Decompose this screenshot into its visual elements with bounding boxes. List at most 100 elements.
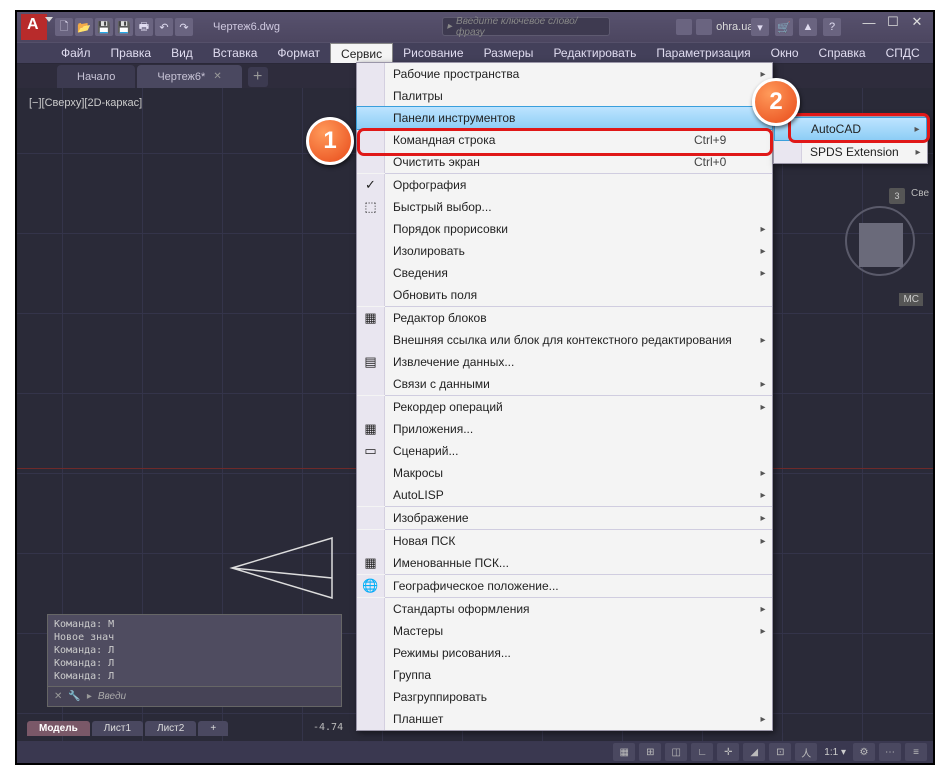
status-more-icon[interactable]: ⋯ — [879, 743, 901, 761]
menu-спдс[interactable]: СПДС — [876, 43, 930, 63]
viewport-label[interactable]: [−][Сверху][2D-каркас] — [29, 97, 142, 109]
qat-plot-icon[interactable]: 🖶 — [135, 18, 153, 36]
status-iso-icon[interactable]: ◢ — [743, 743, 765, 761]
menu-item[interactable]: Разгруппировать — [357, 686, 772, 708]
status-ortho-icon[interactable]: ∟ — [691, 743, 713, 761]
menu-item[interactable]: ▦Именованные ПСК... — [357, 552, 772, 574]
tab-close-icon[interactable]: ✕ — [213, 71, 221, 82]
user-area[interactable]: ohra.ua ▾ — [676, 19, 763, 35]
file-tab[interactable]: Чертеж6*✕ — [137, 65, 241, 88]
app-logo-icon[interactable] — [21, 14, 47, 40]
cart-icon[interactable]: 🛒 — [775, 18, 793, 36]
menu-item[interactable]: Изолировать▸ — [357, 240, 772, 262]
menu-item[interactable]: Режимы рисования... — [357, 642, 772, 664]
command-history: Команда: М Новое знач Команда: Л Команда… — [48, 615, 341, 686]
app-icon[interactable]: ▲ — [799, 18, 817, 36]
file-tab[interactable]: Начало — [57, 65, 135, 88]
menu-item[interactable]: AutoLISP▸ — [357, 484, 772, 506]
qat-save-icon[interactable]: 💾 — [95, 18, 113, 36]
qat-undo-icon[interactable]: ↶ — [155, 18, 173, 36]
status-model-icon[interactable]: ▦ — [613, 743, 635, 761]
menu-item[interactable]: ▭Сценарий... — [357, 440, 772, 462]
menu-item[interactable]: ⬚Быстрый выбор... — [357, 196, 772, 218]
cmd-config-icon[interactable]: 🔧 — [68, 691, 80, 702]
status-osnap-icon[interactable]: ⊡ — [769, 743, 791, 761]
close-button[interactable]: ✕ — [905, 12, 929, 32]
menu-item[interactable]: 🌐Географическое положение... — [357, 575, 772, 597]
qat-open-icon[interactable]: 📂 — [75, 18, 93, 36]
submenu-item[interactable]: SPDS Extension▸ — [774, 141, 927, 163]
help-search-input[interactable]: ▸ Введите ключевое слово/фразу — [442, 17, 610, 36]
viewcube-face[interactable] — [859, 223, 903, 267]
cmd-close-icon[interactable]: ✕ — [54, 691, 62, 702]
command-input-row[interactable]: ✕ 🔧 ▸ Введи — [48, 686, 341, 706]
minimize-button[interactable]: — — [857, 12, 881, 32]
tab-add-button[interactable]: + — [248, 67, 268, 87]
viewcube-direction[interactable]: 3 — [889, 188, 905, 204]
menu-item[interactable]: Очистить экранCtrl+0 — [357, 151, 772, 173]
menu-справка[interactable]: Справка — [809, 43, 876, 63]
menu-item[interactable]: Панели инструментов▸ — [356, 106, 773, 130]
qat-redo-icon[interactable]: ↷ — [175, 18, 193, 36]
menu-формат[interactable]: Формат — [267, 43, 330, 63]
status-menu-icon[interactable]: ≡ — [905, 743, 927, 761]
qat-saveas-icon[interactable]: 💾 — [115, 18, 133, 36]
submenu-item[interactable]: AutoCAD▸ — [774, 117, 927, 141]
menu-размеры[interactable]: Размеры — [474, 43, 544, 63]
menu-item[interactable]: Порядок прорисовки▸ — [357, 218, 772, 240]
layout-add-button[interactable]: + — [198, 721, 228, 736]
layout-tab[interactable]: Лист1 — [92, 721, 143, 736]
menu-окно[interactable]: Окно — [761, 43, 809, 63]
menu-item[interactable]: Стандарты оформления▸ — [357, 598, 772, 620]
menu-item[interactable]: ▦Редактор блоков — [357, 307, 772, 329]
menu-item[interactable]: Рабочие пространства▸ — [357, 63, 772, 85]
menu-label: Рекордер операций — [385, 400, 754, 414]
menu-item[interactable]: Макросы▸ — [357, 462, 772, 484]
menu-item[interactable]: Командная строкаCtrl+9 — [357, 129, 772, 151]
user-icon — [696, 19, 712, 35]
layout-tab[interactable]: Модель — [27, 721, 90, 736]
menu-item[interactable]: Палитры▸ — [357, 85, 772, 107]
titlebar-tools: ▾ 🛒 ▲ ? — [751, 18, 841, 36]
status-anno-icon[interactable]: 人 — [795, 743, 817, 761]
help-icon[interactable]: ? — [823, 18, 841, 36]
maximize-button[interactable]: ☐ — [881, 12, 905, 32]
layout-tab[interactable]: Лист2 — [145, 721, 196, 736]
menu-item[interactable]: Новая ПСК▸ — [357, 530, 772, 552]
status-polar-icon[interactable]: ✛ — [717, 743, 739, 761]
menu-item[interactable]: Обновить поля — [357, 284, 772, 306]
menu-item[interactable]: Рекордер операций▸ — [357, 396, 772, 418]
menu-icon — [357, 85, 385, 107]
menu-правка[interactable]: Правка — [101, 43, 162, 63]
chevron-right-icon: ▸ — [754, 714, 772, 725]
menu-item[interactable]: Группа — [357, 664, 772, 686]
menu-item[interactable]: Связи с данными▸ — [357, 373, 772, 395]
menu-вставка[interactable]: Вставка — [203, 43, 268, 63]
menu-item[interactable]: Мастеры▸ — [357, 620, 772, 642]
menu-вид[interactable]: Вид — [161, 43, 203, 63]
menu-item[interactable]: ✓Орфография — [357, 174, 772, 196]
menu-item[interactable]: Планшет▸ — [357, 708, 772, 730]
status-gear-icon[interactable]: ⚙ — [853, 743, 875, 761]
menu-icon — [357, 107, 385, 129]
view-cube[interactable]: 3 Све МС — [835, 178, 923, 318]
menu-item[interactable]: ▤Извлечение данных... — [357, 351, 772, 373]
status-snap-icon[interactable]: ◫ — [665, 743, 687, 761]
menu-label: Быстрый выбор... — [385, 200, 754, 214]
menu-файл[interactable]: Файл — [51, 43, 101, 63]
menu-сервис[interactable]: Сервис — [330, 43, 393, 63]
status-scale[interactable]: 1:1 ▾ — [821, 747, 849, 758]
menu-параметризация[interactable]: Параметризация — [646, 43, 760, 63]
menu-рисование[interactable]: Рисование — [393, 43, 473, 63]
menu-item[interactable]: Изображение▸ — [357, 507, 772, 529]
status-grid-icon[interactable]: ⊞ — [639, 743, 661, 761]
menu-редактировать[interactable]: Редактировать — [543, 43, 646, 63]
menu-label: Сведения — [385, 266, 754, 280]
viewcube-wcs[interactable]: МС — [899, 293, 923, 306]
qat-new-icon[interactable]: 🗋 — [55, 18, 73, 36]
menu-item[interactable]: Внешняя ссылка или блок для контекстного… — [357, 329, 772, 351]
exchange-icon[interactable]: ▾ — [751, 18, 769, 36]
menu-item[interactable]: ▦Приложения... — [357, 418, 772, 440]
menu-item[interactable]: Сведения▸ — [357, 262, 772, 284]
command-input[interactable]: Введи — [98, 691, 126, 702]
